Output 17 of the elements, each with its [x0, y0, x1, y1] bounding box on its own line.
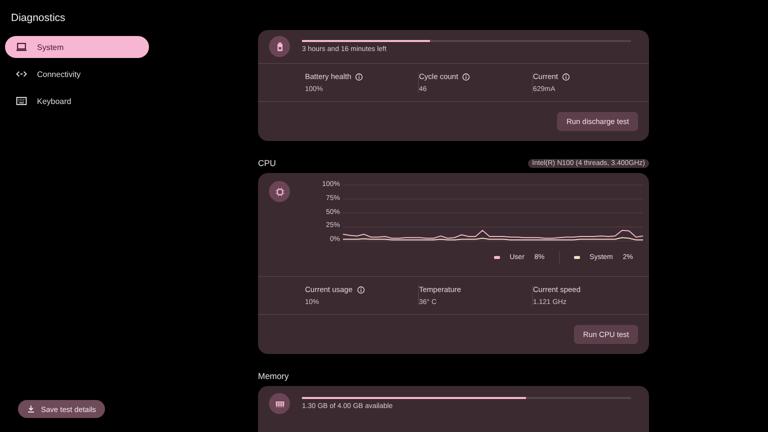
- code-arrows-icon: [16, 69, 27, 79]
- sidebar-item[interactable]: System: [5, 36, 149, 58]
- info-icon[interactable]: [462, 72, 470, 80]
- info-icon[interactable]: [562, 72, 570, 80]
- info-icon[interactable]: [355, 72, 364, 80]
- laptop-icon: [16, 42, 27, 52]
- download-icon: [27, 405, 35, 413]
- keyboard-icon: [16, 96, 27, 106]
- sidebar-item[interactable]: Keyboard: [5, 90, 149, 112]
- battery-icon: [269, 36, 290, 57]
- info-icon[interactable]: [356, 286, 365, 294]
- sidebar-item[interactable]: Connectivity: [5, 63, 149, 85]
- app-title: Diagnostics: [10, 12, 66, 24]
- section-title: CPU: [258, 158, 276, 168]
- memory-icon: [269, 393, 290, 414]
- chip-icon: [269, 181, 290, 202]
- section-title: Memory: [258, 371, 289, 381]
